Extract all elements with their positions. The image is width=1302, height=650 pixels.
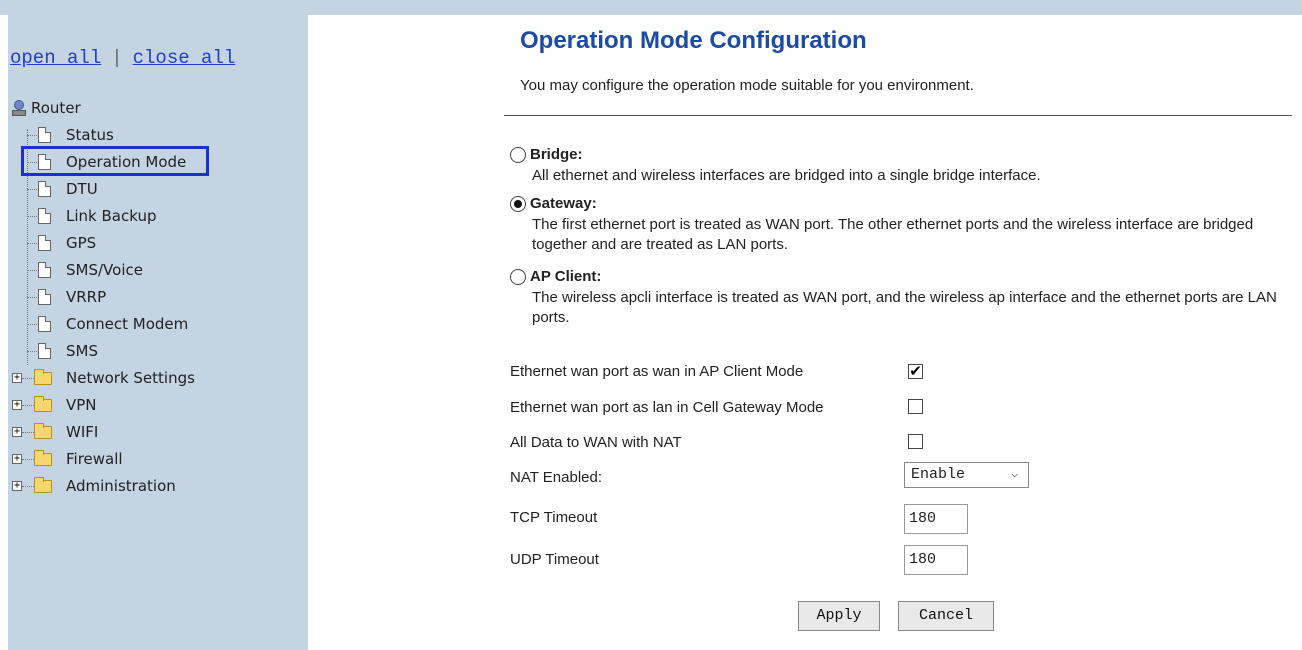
sidebar-folder-label: Firewall <box>66 450 123 468</box>
mode-label: Bridge: <box>530 146 583 163</box>
sidebar: open all | close all Router Status Operati… <box>8 15 308 650</box>
page-icon <box>38 343 51 359</box>
page-icon <box>38 289 51 305</box>
folder-icon <box>34 423 52 439</box>
mode-description: All ethernet and wireless interfaces are… <box>532 167 1041 184</box>
sidebar-item-label: DTU <box>66 180 98 198</box>
link-separator: | <box>111 47 123 69</box>
mode-label: AP Client: <box>530 268 602 285</box>
sidebar-item-label: GPS <box>66 234 97 252</box>
expand-icon[interactable]: + <box>12 427 22 437</box>
mode-label: Gateway: <box>530 195 597 212</box>
sidebar-folder-label: Administration <box>66 477 176 495</box>
page-description: You may configure the operation mode sui… <box>520 77 974 94</box>
divider <box>504 115 1292 116</box>
sidebar-folder-label: VPN <box>66 396 97 414</box>
page-icon <box>38 208 51 224</box>
mode-description: The first ethernet port is treated as WA… <box>532 216 1254 253</box>
page-icon <box>38 181 51 197</box>
all-data-wan-nat-checkbox[interactable] <box>908 434 923 449</box>
folder-icon <box>34 396 52 412</box>
eth-wan-lan-cell-label: Ethernet wan port as lan in Cell Gateway… <box>510 399 824 416</box>
page-title: Operation Mode Configuration <box>520 27 867 54</box>
chevron-down-icon: ⌵ <box>1011 469 1018 481</box>
page-icon <box>38 262 51 278</box>
tcp-timeout-input[interactable]: 180 <box>904 504 968 534</box>
sidebar-item-label: SMS/Voice <box>66 261 143 279</box>
nat-enabled-value: Enable <box>911 466 966 483</box>
selection-highlight <box>21 146 209 176</box>
sidebar-folder-label: Network Settings <box>66 369 195 387</box>
main-content: Operation Mode Configuration You may con… <box>308 15 1302 650</box>
expand-icon[interactable]: + <box>12 400 22 410</box>
eth-wan-lan-cell-checkbox[interactable] <box>908 399 923 414</box>
nat-enabled-label: NAT Enabled: <box>510 469 602 486</box>
udp-timeout-input[interactable]: 180 <box>904 545 968 575</box>
tree-links: open all | close all <box>10 47 235 69</box>
tcp-timeout-label: TCP Timeout <box>510 509 598 526</box>
cancel-button[interactable]: Cancel <box>898 601 994 631</box>
sidebar-item-label: SMS <box>66 342 98 360</box>
nat-enabled-select[interactable]: Enable ⌵ <box>904 462 1029 488</box>
expand-icon[interactable]: + <box>12 373 22 383</box>
folder-icon <box>34 450 52 466</box>
apply-button[interactable]: Apply <box>798 601 880 631</box>
folder-icon <box>34 369 52 385</box>
eth-wan-ap-client-label: Ethernet wan port as wan in AP Client Mo… <box>510 363 804 380</box>
sidebar-folder-label: WIFI <box>66 423 99 441</box>
bridge-radio[interactable] <box>510 147 526 163</box>
page-icon <box>38 235 51 251</box>
sidebar-item-label: VRRP <box>66 288 107 306</box>
page-icon <box>38 127 51 143</box>
open-all-link[interactable]: open all <box>10 47 101 69</box>
sidebar-item-label: Link Backup <box>66 207 157 225</box>
tree-root-label: Router <box>31 99 81 117</box>
mode-description: The wireless apcli interface is treated … <box>532 289 1277 326</box>
ap-client-radio[interactable] <box>510 269 526 285</box>
gateway-radio[interactable] <box>510 196 526 212</box>
sidebar-item-label: Status <box>66 126 114 144</box>
sidebar-item-label: Connect Modem <box>66 315 189 333</box>
close-all-link[interactable]: close all <box>133 47 236 69</box>
expand-icon[interactable]: + <box>12 454 22 464</box>
page-icon <box>38 316 51 332</box>
top-strip <box>0 0 1302 15</box>
router-icon <box>12 100 26 116</box>
all-data-wan-nat-label: All Data to WAN with NAT <box>510 434 682 451</box>
expand-icon[interactable]: + <box>12 481 22 491</box>
eth-wan-ap-client-checkbox[interactable]: ✔ <box>908 364 923 379</box>
udp-timeout-label: UDP Timeout <box>510 551 599 568</box>
folder-icon <box>34 477 52 493</box>
